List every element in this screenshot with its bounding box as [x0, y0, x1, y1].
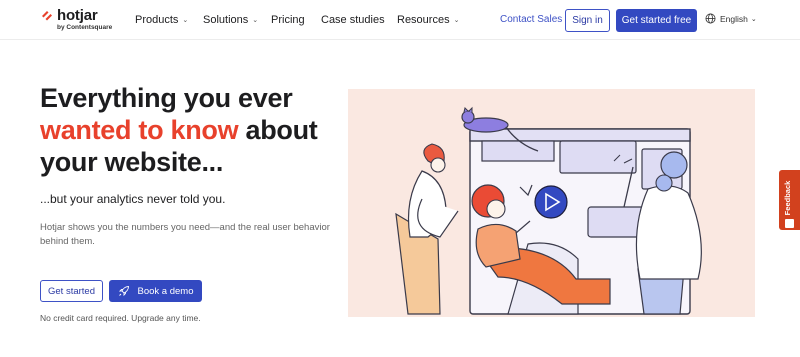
globe-icon: [705, 13, 716, 24]
language-label: English: [720, 13, 748, 24]
headline-part-1: Everything you ever: [40, 83, 293, 113]
book-a-demo-button[interactable]: Book a demo: [109, 280, 202, 302]
nav-solutions-label: Solutions: [203, 14, 249, 26]
chevron-down-icon: ⌄: [252, 17, 259, 24]
chevron-down-icon: ⌄: [182, 17, 189, 24]
nav-products-label: Products: [135, 14, 179, 26]
no-credit-card-note: No credit card required. Upgrade any tim…: [40, 313, 201, 323]
hero-illustration: [348, 89, 755, 317]
illustration-artwork: [395, 106, 702, 315]
get-started-free-button[interactable]: Get started free: [616, 9, 697, 32]
headline-accent: wanted to know: [40, 115, 239, 145]
hero-subheadline: ...but your analytics never told you.: [40, 192, 226, 206]
feedback-icon: [785, 219, 794, 228]
top-navigation: hotjar by Contentsquare Products ⌄ Solut…: [0, 0, 800, 40]
play-icon: [534, 185, 568, 219]
contact-sales-link[interactable]: Contact Sales: [500, 14, 562, 25]
hotjar-logo-mark-icon: [42, 11, 52, 21]
nav-solutions[interactable]: Solutions ⌄: [203, 14, 258, 26]
get-started-button[interactable]: Get started: [40, 280, 103, 302]
hero-description: Hotjar shows you the numbers you need—an…: [40, 222, 330, 247]
rocket-icon: [118, 286, 129, 297]
feedback-tab[interactable]: Feedback: [779, 170, 800, 230]
nav-pricing[interactable]: Pricing: [271, 14, 305, 26]
hotjar-logo[interactable]: hotjar by Contentsquare: [40, 7, 120, 35]
language-selector[interactable]: English ⌄: [705, 13, 757, 24]
nav-case-studies-label: Case studies: [321, 14, 385, 26]
chevron-down-icon: ⌄: [750, 15, 757, 23]
logo-tagline: by Contentsquare: [57, 24, 113, 31]
nav-case-studies[interactable]: Case studies: [321, 14, 385, 26]
logo-wordmark: hotjar: [57, 7, 98, 24]
feedback-label: Feedback: [783, 180, 792, 216]
nav-pricing-label: Pricing: [271, 14, 305, 26]
chevron-down-icon: ⌄: [453, 17, 460, 24]
nav-resources-label: Resources: [397, 14, 450, 26]
hero-headline: Everything you ever wanted to know about…: [40, 82, 340, 178]
book-a-demo-label: Book a demo: [137, 285, 194, 297]
sign-in-button[interactable]: Sign in: [565, 9, 610, 32]
nav-resources[interactable]: Resources ⌄: [397, 14, 459, 26]
woman-figure: [395, 143, 459, 315]
nav-products[interactable]: Products ⌄: [135, 14, 188, 26]
